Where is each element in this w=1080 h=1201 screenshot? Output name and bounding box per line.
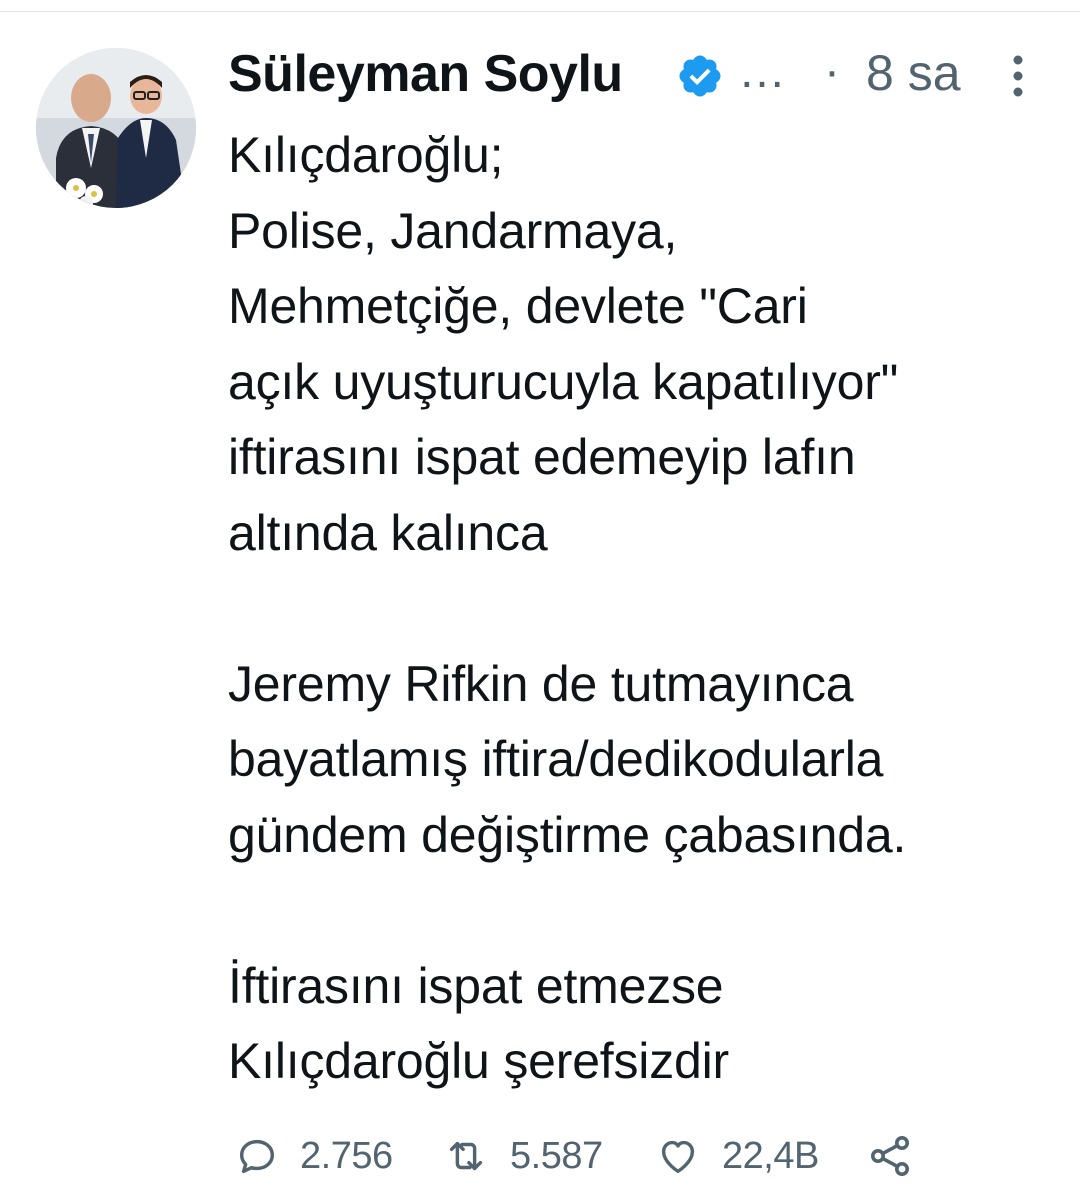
tweet-header: Süleyman Soylu … · 8 sa (228, 40, 1048, 110)
retweet-button[interactable]: 5.587 (442, 1126, 603, 1186)
like-icon (661, 1140, 695, 1174)
tweet-line: altında kalınca (228, 504, 548, 561)
retweet-icon (449, 1141, 483, 1171)
tweet-line: Mehmetçiğe, devlete "Cari (228, 278, 808, 334)
tweet-line: Kılıçdaroğlu; (228, 127, 504, 183)
share-icon (871, 1136, 909, 1176)
tweet-line: iftirasını ispat edemeyip lafın (228, 429, 856, 485)
more-vertical-icon[interactable] (1008, 50, 1028, 102)
tweet-line: gündem değiştirme çabasında. (228, 806, 907, 863)
tweet-line: Jeremy Rifkin de tutmayınca (228, 655, 854, 712)
tweet-line: İftirasını ispat etmezse (228, 957, 724, 1014)
tweet-line: Kılıçdaroğlu şerefsizdir (228, 1033, 729, 1089)
timestamp[interactable]: 8 sa (866, 44, 961, 102)
author-name[interactable]: Süleyman Soylu (228, 44, 623, 104)
separator: · (824, 45, 840, 98)
tweet-text: Kılıçdaroğlu; Polise, Jandarmaya, Mehmetçi… (228, 118, 1068, 1100)
tweet-line: bayatlamış iftira/dedikodularla (228, 731, 884, 787)
verified-badge-icon (679, 55, 721, 97)
tweet-line: açık uyuşturucuyla kapatılıyor" (228, 353, 899, 410)
tweet-line: Polise, Jandarmaya, (228, 202, 678, 259)
like-button[interactable]: 22,4B (654, 1126, 819, 1186)
action-bar: 2.756 5.587 22,4B (234, 1126, 954, 1186)
like-count: 22,4B (722, 1134, 819, 1177)
share-button[interactable] (866, 1126, 914, 1186)
top-divider (0, 0, 1080, 12)
name-overflow: … (738, 45, 788, 98)
reply-icon (239, 1139, 275, 1174)
reply-button[interactable]: 2.756 (234, 1126, 393, 1186)
reply-count: 2.756 (300, 1134, 393, 1177)
avatar[interactable] (36, 48, 196, 208)
retweet-count: 5.587 (510, 1134, 603, 1177)
